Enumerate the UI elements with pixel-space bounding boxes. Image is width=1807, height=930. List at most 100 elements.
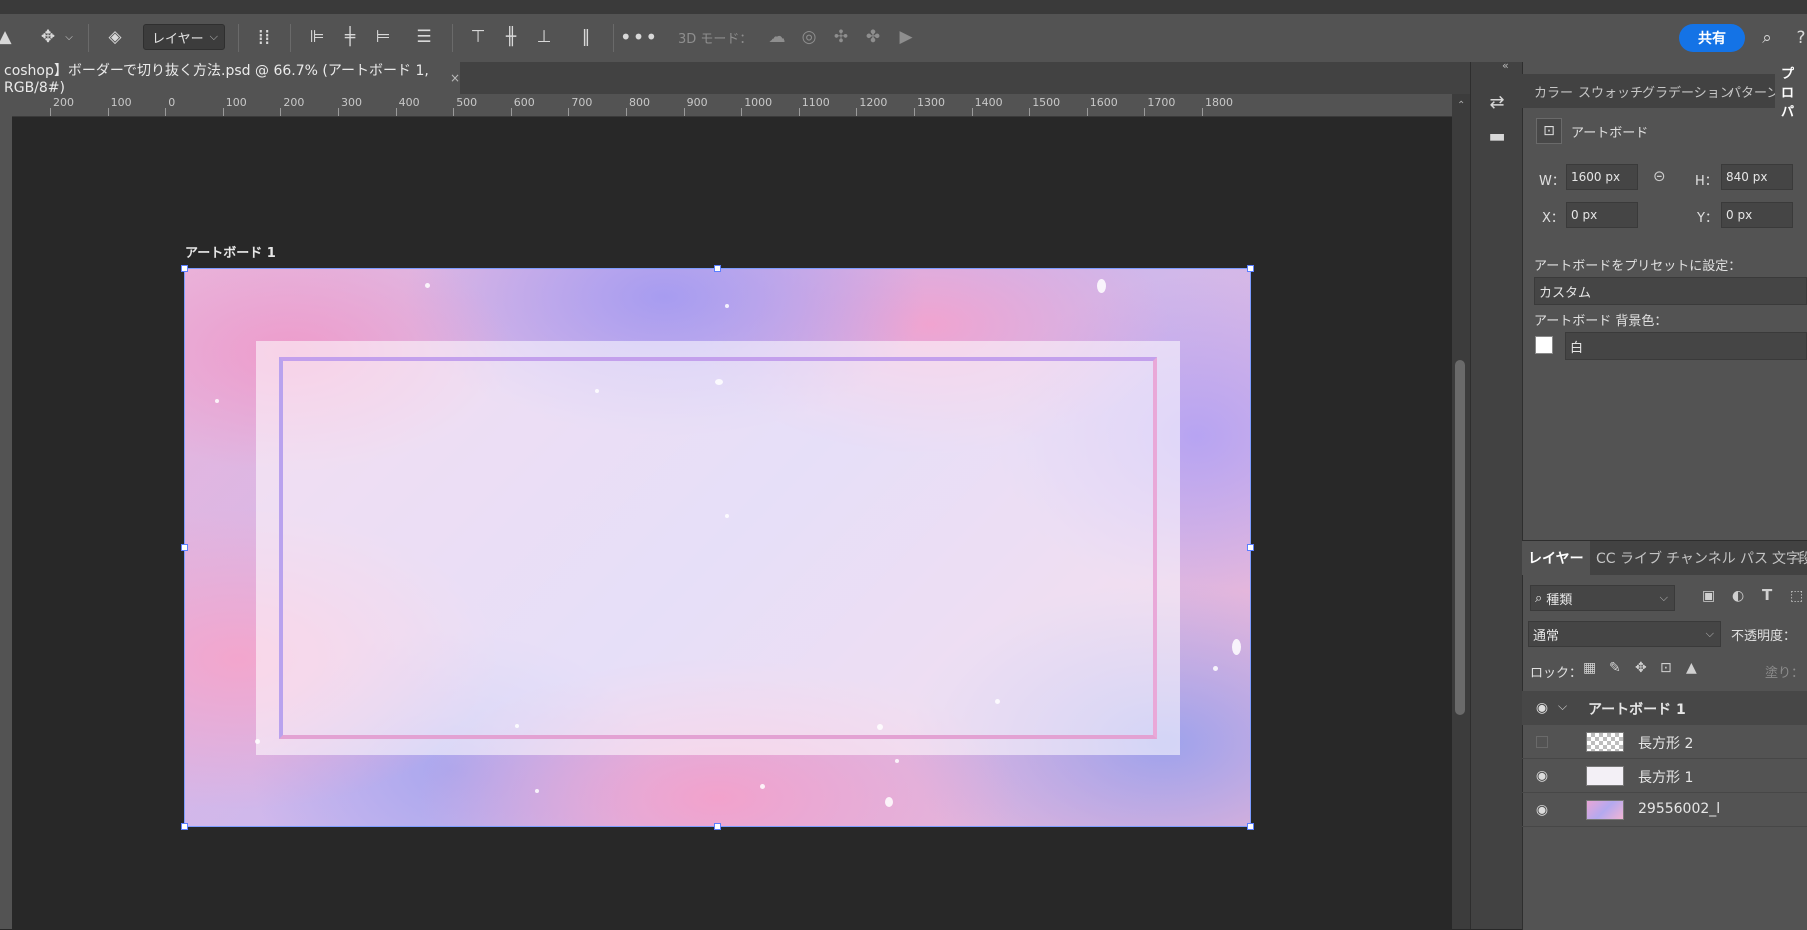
lock-artboard-icon[interactable]: ⊡ [1660, 660, 1672, 676]
layer-row-artboard[interactable]: ◉ ⌵ アートボード 1 [1522, 691, 1807, 725]
artboard[interactable] [184, 268, 1251, 827]
ruler-tick-mark [798, 108, 800, 116]
tab-paths[interactable]: パス [1740, 541, 1768, 575]
image-filter-icon[interactable]: ▣ [1702, 588, 1715, 604]
lock-paint-icon[interactable]: ✎ [1609, 660, 1621, 676]
layer-filter-dropdown[interactable]: ⌕ 種類 ⌵ [1530, 585, 1675, 611]
eye-icon[interactable]: ◉ [1534, 802, 1550, 818]
ruler-tick-mark [280, 108, 282, 116]
tab-channels[interactable]: チャンネル [1666, 541, 1736, 575]
slide-3d-icon[interactable]: ✤ [860, 24, 886, 50]
align-top-icon[interactable]: ⊤ [465, 24, 491, 50]
help-icon[interactable]: ? [1788, 25, 1807, 51]
more-options-icon[interactable]: ••• [620, 24, 657, 50]
paint-speck [760, 784, 765, 789]
chevron-down-icon[interactable]: ⌵ [62, 24, 76, 50]
align-middle-icon[interactable]: ╫ [498, 24, 524, 50]
search-icon[interactable]: ⌕ [1754, 25, 1780, 51]
transform-handle[interactable] [1247, 544, 1254, 551]
tab-swatches[interactable]: スウォッチ [1578, 74, 1643, 108]
comment-icon[interactable]: ▬ [1485, 124, 1509, 148]
x-label: X： [1542, 211, 1564, 226]
width-field[interactable]: 1600 px [1566, 164, 1638, 190]
transform-handle[interactable] [181, 823, 188, 830]
tab-properties[interactable]: プロパ [1775, 67, 1807, 120]
lock-transparency-icon[interactable]: ▦ [1583, 660, 1596, 676]
layer-select-dropdown[interactable]: レイヤー ⌵ [143, 24, 225, 50]
ruler-tick-label: 200 [283, 96, 305, 109]
eye-icon[interactable]: ◉ [1534, 768, 1550, 784]
layer-row-rectangle-2[interactable]: 長方形 2 [1522, 725, 1807, 759]
distribute-vertical-icon[interactable]: ‖ [573, 24, 599, 50]
eye-icon[interactable]: ◉ [1534, 700, 1550, 716]
tab-gradients[interactable]: グラデーション [1642, 74, 1733, 108]
ruler-tick-mark [1029, 108, 1031, 116]
x-field[interactable]: 0 px [1566, 202, 1638, 228]
tab-patterns[interactable]: パターン [1728, 74, 1779, 108]
adjustment-filter-icon[interactable]: ◐ [1732, 588, 1744, 604]
transform-handle[interactable] [181, 265, 188, 272]
transform-handle[interactable] [714, 823, 721, 830]
transform-handle[interactable] [1247, 265, 1254, 272]
paint-speck [1213, 666, 1218, 671]
move-tool-icon[interactable]: ✥ [35, 24, 61, 50]
background-color-swatch[interactable] [1535, 336, 1553, 354]
transform-handle[interactable] [1247, 823, 1254, 830]
paint-speck [895, 759, 899, 763]
paint-speck [725, 514, 729, 518]
tab-character[interactable]: 文字 [1772, 541, 1800, 575]
home-icon[interactable]: ▲ [0, 24, 18, 50]
shape-filter-icon[interactable]: ⬚ [1790, 588, 1803, 604]
lock-all-icon[interactable]: ▲ [1686, 660, 1697, 676]
ruler-tick-label: 1100 [801, 96, 830, 109]
ruler-tick-mark [510, 108, 512, 116]
history-icon[interactable]: ⇄ [1485, 90, 1509, 114]
document-tab[interactable]: coshop】ボーダーで切り抜く方法.psd @ 66.7% (アートボード 1… [0, 62, 460, 96]
align-right-icon[interactable]: ⊨ [370, 24, 396, 50]
preset-dropdown[interactable]: カスタム [1534, 277, 1807, 305]
transform-controls-icon[interactable]: ⁞⁞ [251, 24, 277, 50]
paint-speck [995, 699, 1000, 704]
paint-speck [715, 379, 723, 385]
scrollbar-thumb[interactable] [1455, 360, 1465, 715]
blend-mode-dropdown[interactable]: 通常 ⌵ [1528, 621, 1721, 647]
type-filter-icon[interactable]: T [1762, 586, 1772, 604]
align-left-icon[interactable]: ⊫ [304, 24, 330, 50]
distribute-icon[interactable]: ☰ [411, 24, 437, 50]
lock-position-icon[interactable]: ✥ [1635, 660, 1647, 676]
tab-layers[interactable]: レイヤー [1522, 541, 1590, 575]
ruler-tick-mark [222, 108, 224, 116]
visibility-toggle[interactable] [1536, 736, 1548, 748]
roll-3d-icon[interactable]: ◎ [796, 24, 822, 50]
divider [290, 24, 291, 52]
artboard-label[interactable]: アートボード 1 [185, 242, 276, 261]
divider [452, 24, 453, 52]
collapse-panels-icon[interactable]: « [1502, 59, 1509, 72]
share-button[interactable]: 共有 [1679, 24, 1745, 52]
layer-name: 長方形 2 [1638, 736, 1694, 752]
video-camera-icon[interactable]: ▶ [893, 24, 919, 50]
scroll-up-icon[interactable]: ⌃ [1457, 100, 1465, 111]
link-icon[interactable]: ⊝ [1653, 167, 1666, 185]
transform-handle[interactable] [181, 544, 188, 551]
close-icon[interactable]: × [450, 71, 460, 85]
align-center-icon[interactable]: ╪ [337, 24, 363, 50]
ruler-tick-mark [453, 108, 455, 116]
transform-handle[interactable] [714, 265, 721, 272]
align-bottom-icon[interactable]: ⊥ [531, 24, 557, 50]
tab-paragraph[interactable]: 段 [1798, 541, 1807, 575]
layer-row-rectangle-1[interactable]: ◉ 長方形 1 [1522, 759, 1807, 793]
y-field[interactable]: 0 px [1721, 202, 1793, 228]
orbit-3d-icon[interactable]: ☁ [764, 24, 790, 50]
tab-color[interactable]: カラー [1534, 74, 1573, 108]
tab-cc-libraries[interactable]: CC ライブ [1596, 541, 1662, 575]
layer-row-image[interactable]: ◉ 29556002_l [1522, 793, 1807, 827]
chevron-down-icon[interactable]: ⌵ [1558, 699, 1567, 714]
ruler-tick-mark [971, 108, 973, 116]
height-field[interactable]: 840 px [1721, 164, 1793, 190]
layer-select-label: レイヤー [152, 31, 204, 47]
chevron-down-icon: ⌵ [1705, 627, 1714, 640]
pan-3d-icon[interactable]: ✣ [828, 24, 854, 50]
background-color-dropdown[interactable]: 白 [1565, 332, 1807, 360]
layer-stack-icon[interactable]: ◈ [102, 24, 128, 50]
